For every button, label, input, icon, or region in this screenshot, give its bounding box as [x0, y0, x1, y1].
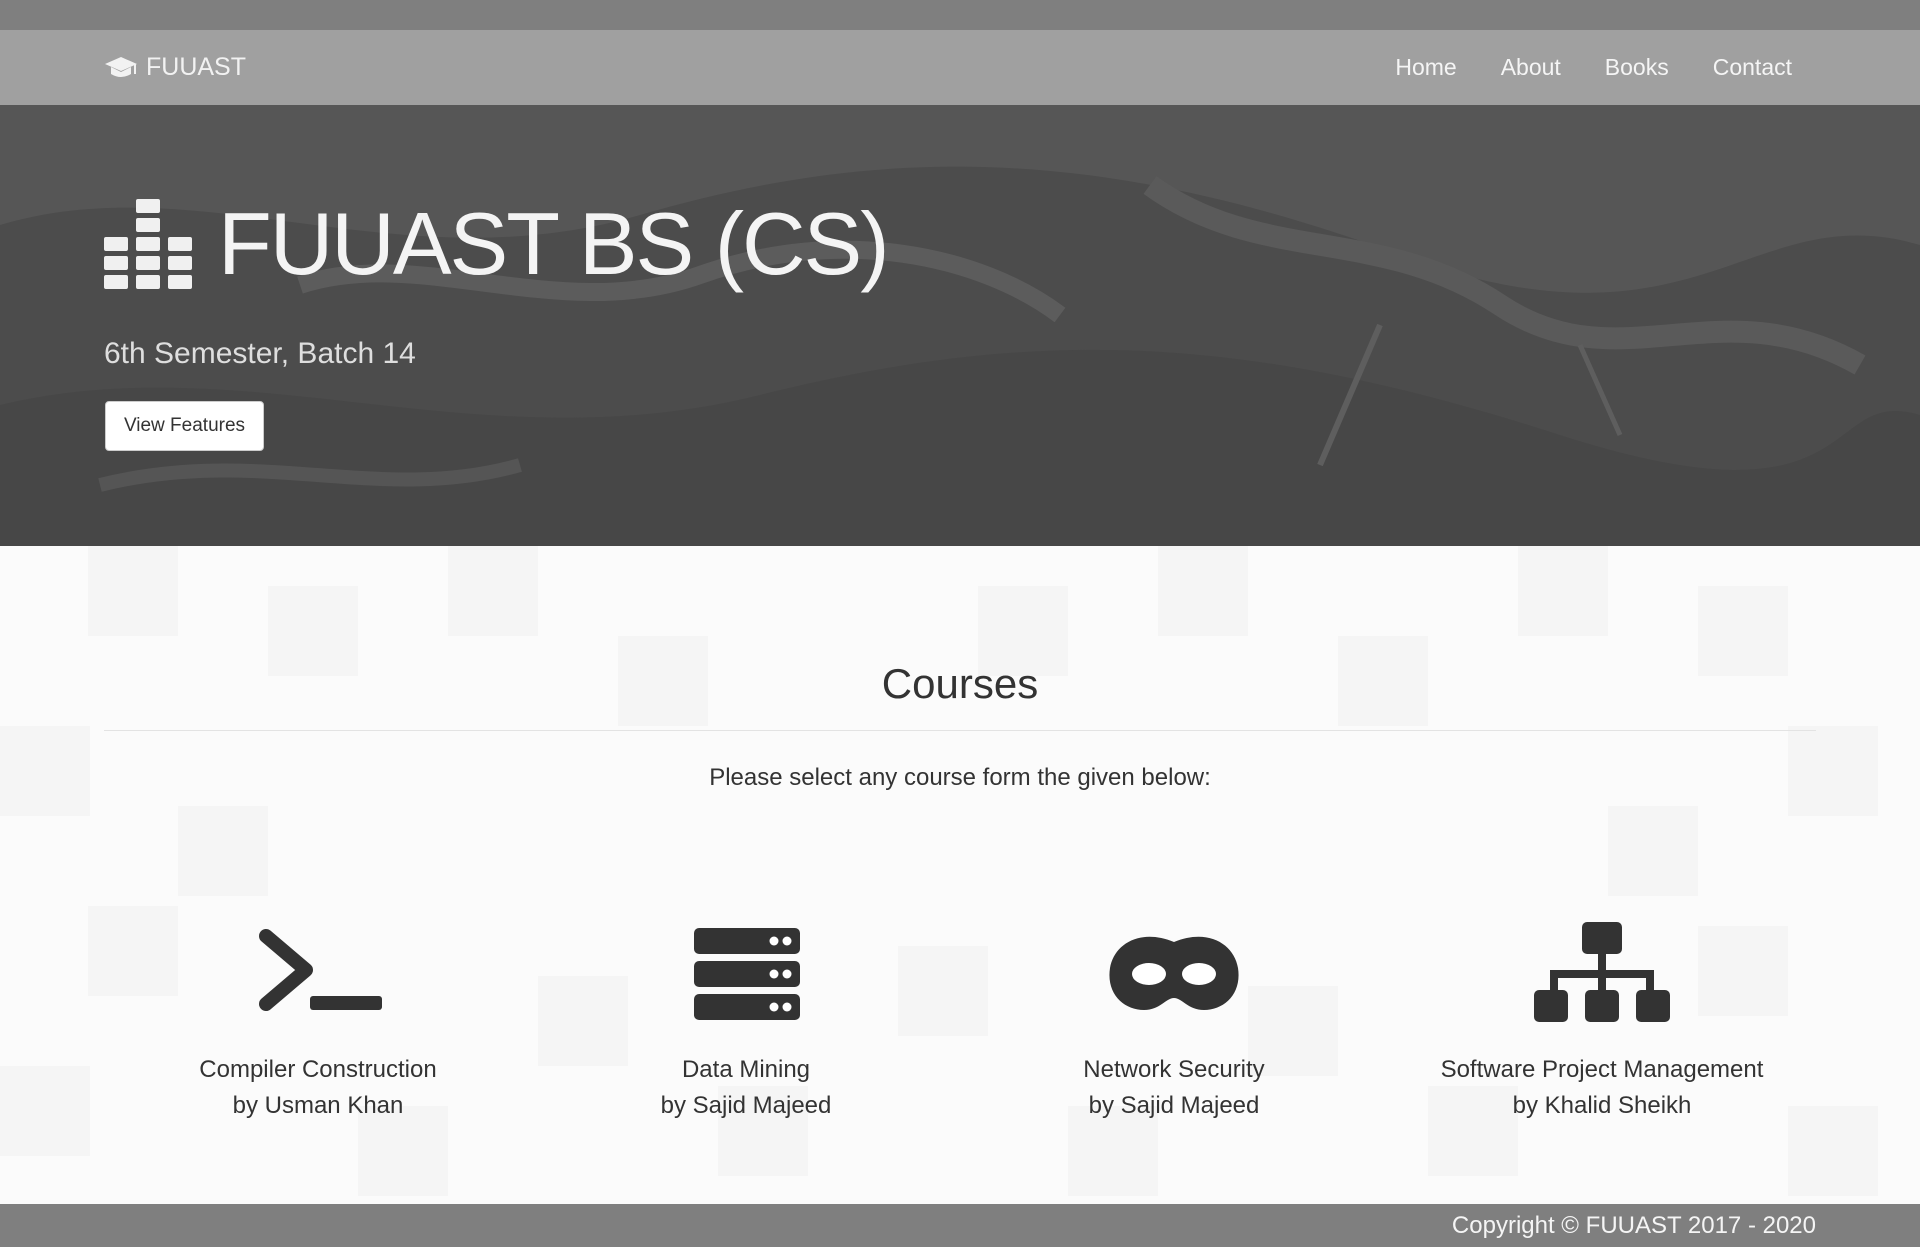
course-name: Software Project Management: [1440, 1056, 1764, 1083]
hero-section: FUUAST BS (CS) 6th Semester, Batch 14 Vi…: [0, 105, 1920, 546]
course-card-data-mining[interactable]: Data Mining by Sajid Majeed: [546, 918, 946, 1124]
hero-background-texture: [0, 105, 1920, 546]
course-teacher: by Sajid Majeed: [1088, 1092, 1260, 1119]
page-footer: Copyright © FUUAST 2017 - 2020: [0, 1204, 1920, 1247]
server-rack-icon: [104, 199, 194, 289]
course-teacher: by Usman Khan: [232, 1092, 404, 1119]
courses-section: Courses Please select any course form th…: [0, 546, 1920, 1204]
course-name: Network Security: [1083, 1056, 1265, 1083]
page-title: FUUAST BS (CS): [218, 194, 890, 293]
section-divider: [104, 730, 1816, 731]
sitemap-icon: [1532, 918, 1672, 1026]
top-navbar: FUUAST Home About Books Contact: [0, 30, 1920, 105]
hero-heading: FUUAST BS (CS): [104, 193, 890, 295]
copyright-text: Copyright © FUUAST 2017 - 2020: [1451, 1212, 1816, 1239]
course-teacher: by Khalid Sheikh: [1512, 1092, 1692, 1119]
brand-link[interactable]: FUUAST: [104, 30, 246, 105]
nav-link-contact[interactable]: Contact: [1713, 54, 1792, 81]
mask-icon: [1104, 918, 1244, 1026]
terminal-icon: [248, 918, 388, 1026]
hero-subtitle: 6th Semester, Batch 14: [104, 337, 416, 370]
nav-link-books[interactable]: Books: [1605, 54, 1669, 81]
graduation-cap-icon: [104, 55, 138, 81]
database-icon: [676, 918, 816, 1026]
course-card-network-security[interactable]: Network Security by Sajid Majeed: [974, 918, 1374, 1124]
nav-links: Home About Books Contact: [1395, 30, 1792, 105]
course-teacher: by Sajid Majeed: [660, 1092, 832, 1119]
course-name: Compiler Construction: [199, 1056, 437, 1083]
nav-link-home[interactable]: Home: [1395, 54, 1456, 81]
course-name: Data Mining: [681, 1056, 811, 1083]
course-card-compiler-construction[interactable]: Compiler Construction by Usman Khan: [118, 918, 518, 1124]
brand-label: FUUAST: [146, 53, 246, 81]
course-card-software-project-management[interactable]: Software Project Management by Khalid Sh…: [1402, 918, 1802, 1124]
browser-top-strip: [0, 0, 1920, 30]
courses-heading: Courses: [881, 660, 1039, 707]
nav-link-about[interactable]: About: [1501, 54, 1561, 81]
courses-intro-text: Please select any course form the given …: [709, 764, 1211, 791]
view-features-button[interactable]: View Features: [105, 401, 264, 451]
